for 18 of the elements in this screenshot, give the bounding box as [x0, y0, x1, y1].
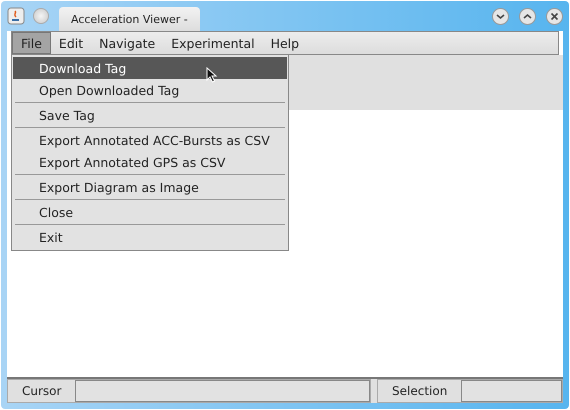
minimize-button[interactable] [492, 8, 509, 24]
window-title-tab[interactable]: Acceleration Viewer - [59, 7, 200, 31]
menu-entry[interactable]: Download Tag [13, 57, 287, 79]
menu-entry[interactable]: Export Annotated GPS as CSV [13, 151, 287, 173]
menu-entry[interactable]: Export Diagram as Image [13, 176, 287, 198]
menu-entry[interactable]: Export Annotated ACC-Bursts as CSV [13, 129, 287, 151]
menu-item[interactable]: Help [262, 32, 308, 54]
menu-entry[interactable]: Open Downloaded Tag [13, 79, 287, 101]
menu-item[interactable]: Navigate [91, 32, 164, 54]
menu-entry[interactable]: Exit [13, 226, 287, 248]
mouse-pointer-icon [206, 67, 218, 83]
menu-item[interactable]: File [12, 32, 51, 54]
menu-entry[interactable]: Save Tag [13, 104, 287, 126]
close-button[interactable] [546, 8, 563, 24]
maximize-button[interactable] [519, 8, 536, 24]
menu-item[interactable]: Experimental [163, 32, 263, 54]
menu-item[interactable]: Edit [50, 32, 92, 54]
menu-entry[interactable]: Close [13, 201, 287, 223]
